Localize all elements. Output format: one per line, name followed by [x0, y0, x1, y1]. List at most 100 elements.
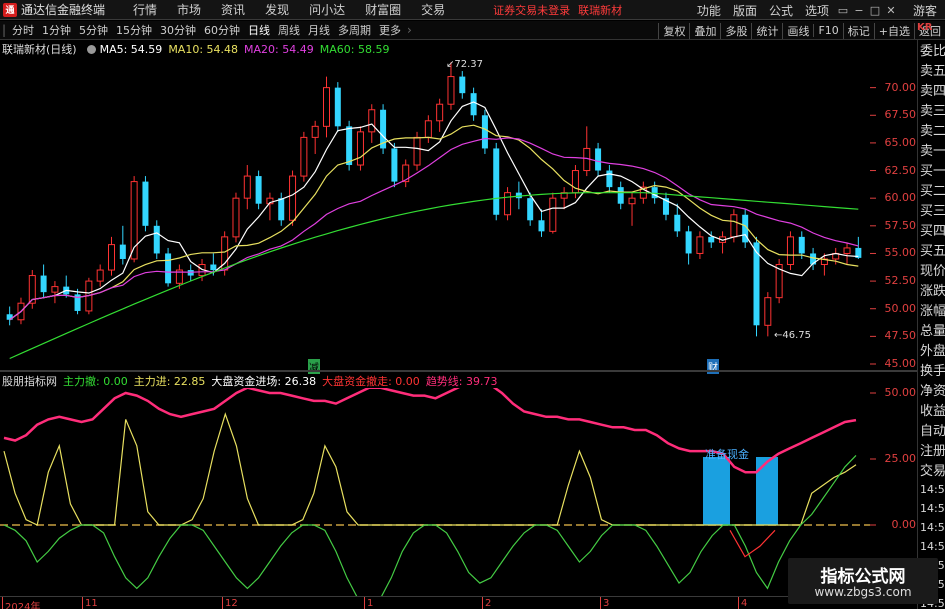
multi-stock-button[interactable]: 多股: [720, 22, 751, 39]
period-tab-multi[interactable]: 多周期: [334, 22, 375, 38]
indicator-name[interactable]: 股朋指标网: [2, 373, 57, 389]
date-axis-label: 4: [741, 598, 748, 609]
cash-block: [703, 457, 730, 525]
candle-body: [764, 297, 772, 326]
menu-bar: 通 通达信金融终端 行情 市场 资讯 发现 问小达 财富圈 交易 证券交易未登录…: [0, 0, 945, 20]
menu-item-wealth[interactable]: 财富圈: [365, 1, 401, 18]
menu-item-news[interactable]: 资讯: [221, 1, 245, 18]
sidebar-item[interactable]: 净资: [920, 382, 945, 402]
overlay-button[interactable]: 叠加: [689, 22, 720, 39]
period-tab-15min[interactable]: 15分钟: [112, 22, 156, 38]
candle-body: [210, 264, 217, 271]
candle-body: [323, 87, 330, 127]
menu-item-options[interactable]: 选项: [805, 2, 829, 19]
sidebar-item[interactable]: 买一: [920, 162, 945, 182]
menu-item-function[interactable]: 功能: [697, 2, 721, 19]
sidebar-item[interactable]: 卖三: [920, 102, 945, 122]
period-tab-5min[interactable]: 5分钟: [75, 22, 112, 38]
menu-item-markets[interactable]: 市场: [177, 1, 201, 18]
minimize-icon[interactable]: −: [851, 4, 867, 17]
main-chart-legend: 联瑞新材(日线) MA5: 54.59 MA10: 54.48 MA20: 54…: [2, 42, 395, 57]
statistics-button[interactable]: 统计: [751, 22, 782, 39]
menu-item-ask[interactable]: 问小达: [309, 1, 345, 18]
add-watchlist-button[interactable]: +自选: [873, 22, 914, 39]
ma10-label: MA10: 54.48: [168, 42, 239, 56]
period-tab-60min[interactable]: 60分钟: [200, 22, 244, 38]
candle-body: [413, 136, 421, 166]
sidebar-item[interactable]: 14:55: [920, 537, 945, 556]
sidebar-item[interactable]: 注册: [920, 442, 945, 462]
menu-item-layout[interactable]: 版面: [733, 2, 757, 19]
sidebar-item[interactable]: 交易: [920, 462, 945, 482]
market-fund-exit-line: [729, 529, 776, 558]
sidebar-item[interactable]: 自动: [920, 422, 945, 442]
sidebar-item[interactable]: 现价: [920, 262, 945, 282]
sidebar-item[interactable]: 14:55: [920, 518, 945, 537]
indicator-chart[interactable]: [0, 388, 876, 596]
candle-body: [40, 275, 47, 293]
guest-user[interactable]: 游客: [913, 2, 937, 19]
menu-item-discover[interactable]: 发现: [265, 1, 289, 18]
sidebar-item[interactable]: 总量: [920, 322, 945, 342]
sidebar-item[interactable]: 涨跌: [920, 282, 945, 302]
period-tab-monthly[interactable]: 月线: [304, 22, 334, 38]
period-tab-more[interactable]: 更多: [375, 22, 405, 38]
candle-body: [538, 220, 545, 232]
period-tab-1min[interactable]: 1分钟: [38, 22, 75, 38]
f10-button[interactable]: F10: [813, 24, 842, 37]
pane-divider[interactable]: [0, 370, 917, 372]
sidebar-item[interactable]: 买二: [920, 182, 945, 202]
candle-body: [674, 214, 681, 232]
sidebar-item[interactable]: 卖一: [920, 142, 945, 162]
date-axis-tick: [738, 597, 739, 609]
adjust-button[interactable]: 复权: [658, 22, 689, 39]
menu-item-market[interactable]: 行情: [133, 1, 157, 18]
sidebar-item[interactable]: 卖五: [920, 62, 945, 82]
sidebar-item[interactable]: 卖四: [920, 82, 945, 102]
period-tab-weekly[interactable]: 周线: [274, 22, 304, 38]
close-icon[interactable]: ✕: [883, 4, 899, 17]
ma60-label: MA60: 58.59: [319, 42, 390, 56]
sidebar-item[interactable]: 换手: [920, 362, 945, 382]
candle-body: [730, 214, 738, 238]
period-tab-30min[interactable]: 30分钟: [156, 22, 200, 38]
sidebar-item[interactable]: 买三: [920, 202, 945, 222]
candle-body: [243, 175, 251, 199]
sidebar-item[interactable]: 14:55: [920, 480, 945, 499]
sidebar-item[interactable]: 涨幅: [920, 302, 945, 322]
candle-body: [300, 136, 308, 177]
period-tab-intraday[interactable]: 分时: [8, 22, 38, 38]
candle-body: [786, 236, 794, 266]
period-tab-daily[interactable]: 日线: [244, 22, 274, 38]
mark-button[interactable]: 标记: [842, 22, 874, 39]
indicator-legend: 股朋指标网 主力撤: 0.00 主力进: 22.85 大盘资金进场: 26.38…: [2, 374, 504, 388]
candle-body: [255, 176, 262, 204]
sidebar-item[interactable]: 委比: [920, 42, 945, 62]
price-axis-label: 65.00: [884, 135, 917, 149]
candle-body: [96, 269, 104, 282]
candle-body: [51, 286, 59, 293]
cash-block: [756, 457, 778, 525]
sidebar-item[interactable]: 外盘: [920, 342, 945, 362]
sidebar-item[interactable]: 买四: [920, 222, 945, 242]
menu-item-formula[interactable]: 公式: [769, 2, 793, 19]
date-axis: 2024年 11 12 1 2 3 4: [0, 596, 876, 609]
maximize-icon[interactable]: □: [867, 4, 883, 17]
draw-line-button[interactable]: 画线: [782, 22, 813, 39]
sidebar-item[interactable]: 买五: [920, 242, 945, 262]
more-chevron-icon[interactable]: ›: [407, 23, 412, 37]
candlestick-chart[interactable]: [0, 56, 876, 368]
candle-body: [334, 87, 341, 127]
restore-window-icon[interactable]: ▭: [835, 4, 851, 17]
sidebar-item[interactable]: 卖二: [920, 122, 945, 142]
login-notice[interactable]: 证券交易未登录: [493, 2, 570, 18]
candle-body: [278, 198, 285, 221]
sidebar-item[interactable]: 14:55: [920, 499, 945, 518]
trend-line-label: 趋势线: 39.73: [425, 375, 498, 388]
menu-item-trade[interactable]: 交易: [421, 1, 445, 18]
sidebar-item[interactable]: 收益: [920, 402, 945, 422]
low-price-annotation: ←46.75: [774, 330, 812, 341]
candle-body: [346, 126, 353, 166]
price-axis-label: 52.50: [884, 274, 917, 288]
legend-settings-icon[interactable]: [86, 44, 96, 54]
